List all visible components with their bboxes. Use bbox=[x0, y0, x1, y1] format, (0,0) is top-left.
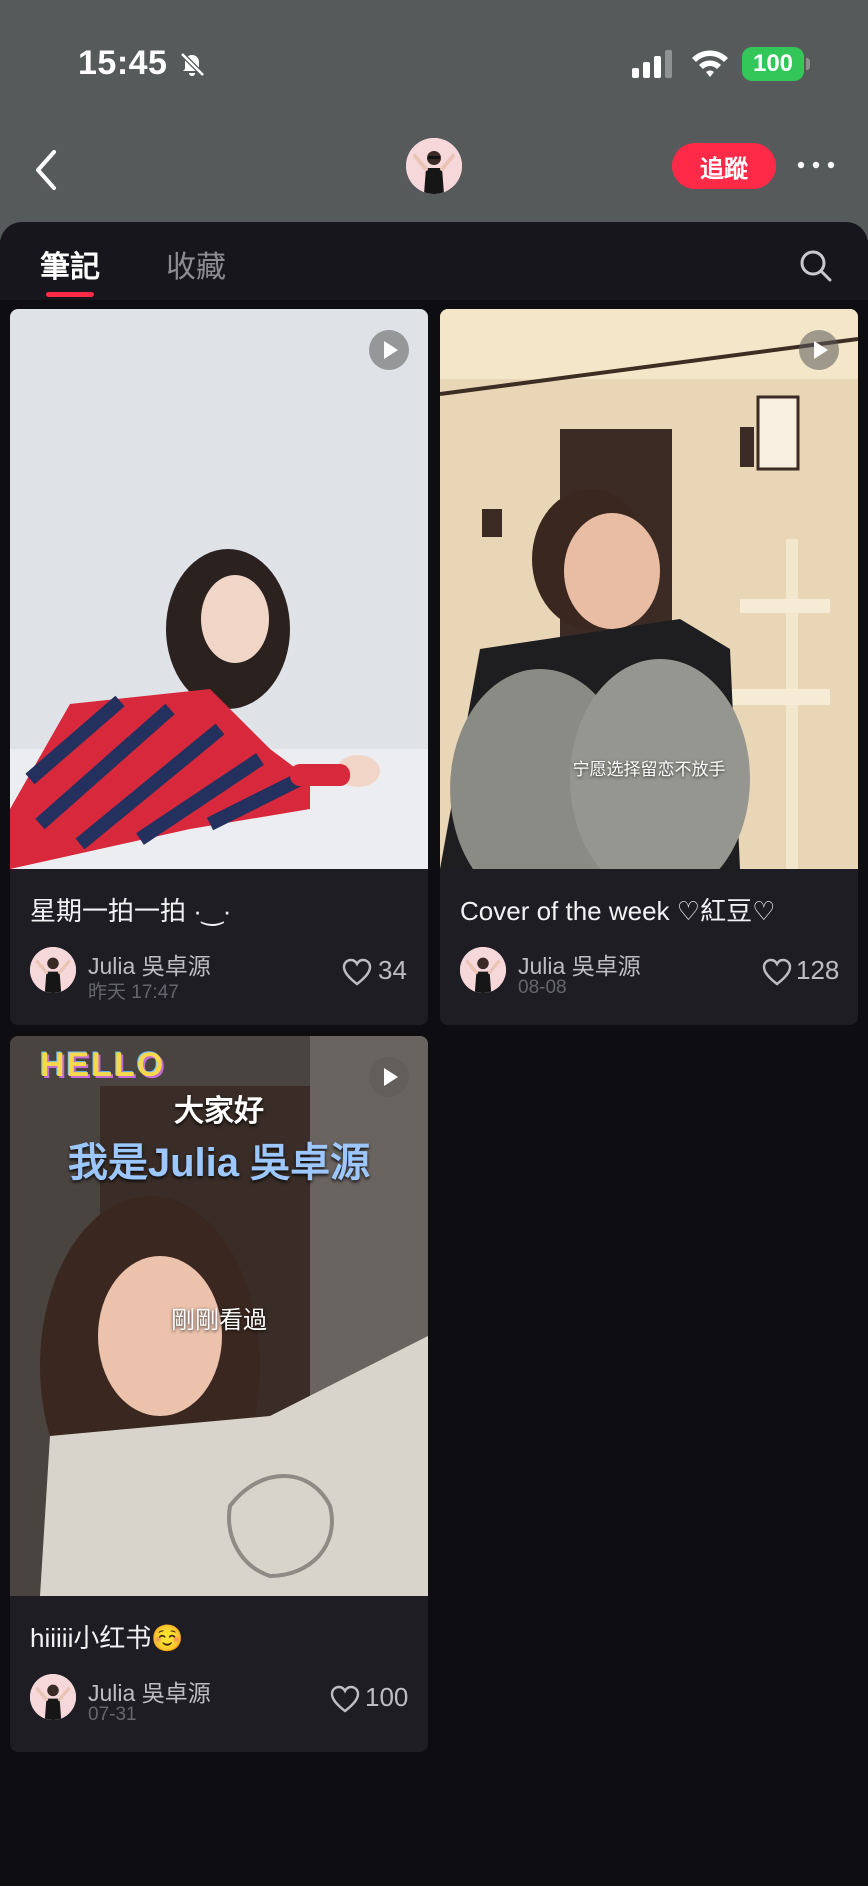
author-name[interactable]: Julia 吳卓源 bbox=[518, 947, 641, 981]
search-icon[interactable] bbox=[798, 248, 834, 284]
tab-favorites[interactable]: 收藏 bbox=[166, 242, 226, 286]
tab-notes[interactable]: 筆記 bbox=[40, 242, 100, 286]
like-count: 128 bbox=[796, 955, 840, 985]
author-name[interactable]: Julia 吳卓源 bbox=[88, 1674, 211, 1708]
note-cover-image[interactable]: 宁愿选择留恋不放手 bbox=[440, 309, 858, 869]
post-date: 07-31 bbox=[88, 1704, 137, 1725]
more-horizontal-icon[interactable] bbox=[794, 150, 838, 180]
profile-notes-page: 15:45 100 追蹤 筆記 收藏 星期一拍一拍 ·‿· Julia 吳卓源 … bbox=[0, 0, 868, 1886]
author-avatar[interactable] bbox=[30, 1674, 76, 1720]
wifi-icon bbox=[692, 50, 728, 77]
like-count: 100 bbox=[365, 1682, 409, 1712]
cover-text-line-2: 我是Julia 吳卓源 bbox=[67, 1141, 371, 1185]
status-bar: 15:45 100 bbox=[0, 0, 868, 120]
note-cover-image[interactable] bbox=[10, 309, 428, 869]
video-play-icon bbox=[799, 330, 839, 370]
nav-bar: 追蹤 bbox=[0, 120, 868, 220]
note-title: hiiiii小红书☺️ bbox=[30, 1623, 184, 1653]
status-time: 15:45 bbox=[78, 44, 168, 82]
cover-text-line-1: 大家好 bbox=[174, 1095, 264, 1128]
video-play-icon bbox=[369, 330, 409, 370]
post-date: 08-08 bbox=[518, 977, 567, 998]
bell-slash-icon bbox=[180, 52, 205, 77]
note-card[interactable]: 宁愿选择留恋不放手 Cover of the week ♡紅豆♡ Julia 吳… bbox=[440, 309, 858, 1025]
cellular-signal-icon bbox=[632, 50, 672, 78]
heart-icon[interactable] bbox=[762, 958, 792, 986]
note-card[interactable]: HELLO 大家好 我是Julia 吳卓源 剛剛看過 hiiiii小红书☺️ J… bbox=[10, 1036, 428, 1752]
note-card[interactable]: 星期一拍一拍 ·‿· Julia 吳卓源 昨天 17:47 34 bbox=[10, 309, 428, 1025]
post-date: 昨天 17:47 bbox=[88, 982, 179, 1003]
active-tab-indicator bbox=[46, 292, 94, 297]
back-button[interactable] bbox=[28, 144, 64, 196]
follow-button[interactable]: 追蹤 bbox=[672, 143, 776, 189]
heart-icon[interactable] bbox=[342, 958, 372, 986]
like-count: 34 bbox=[378, 955, 407, 985]
author-avatar[interactable] bbox=[30, 947, 76, 993]
note-title: 星期一拍一拍 ·‿· bbox=[30, 896, 232, 926]
profile-avatar[interactable] bbox=[406, 138, 462, 194]
video-play-icon bbox=[369, 1057, 409, 1097]
author-name[interactable]: Julia 吳卓源 bbox=[88, 947, 211, 981]
battery-indicator: 100 bbox=[742, 47, 804, 81]
video-caption: 宁愿选择留恋不放手 bbox=[572, 760, 726, 779]
author-avatar[interactable] bbox=[460, 947, 506, 993]
note-title: Cover of the week ♡紅豆♡ bbox=[460, 896, 776, 926]
note-cover-image[interactable]: HELLO 大家好 我是Julia 吳卓源 剛剛看過 bbox=[10, 1036, 428, 1596]
hello-sticker: HELLO bbox=[40, 1046, 166, 1084]
battery-tip bbox=[806, 58, 810, 70]
tab-bar: 筆記 收藏 bbox=[0, 222, 868, 300]
heart-icon[interactable] bbox=[330, 1685, 360, 1713]
recently-viewed-badge: 剛剛看過 bbox=[171, 1307, 267, 1334]
